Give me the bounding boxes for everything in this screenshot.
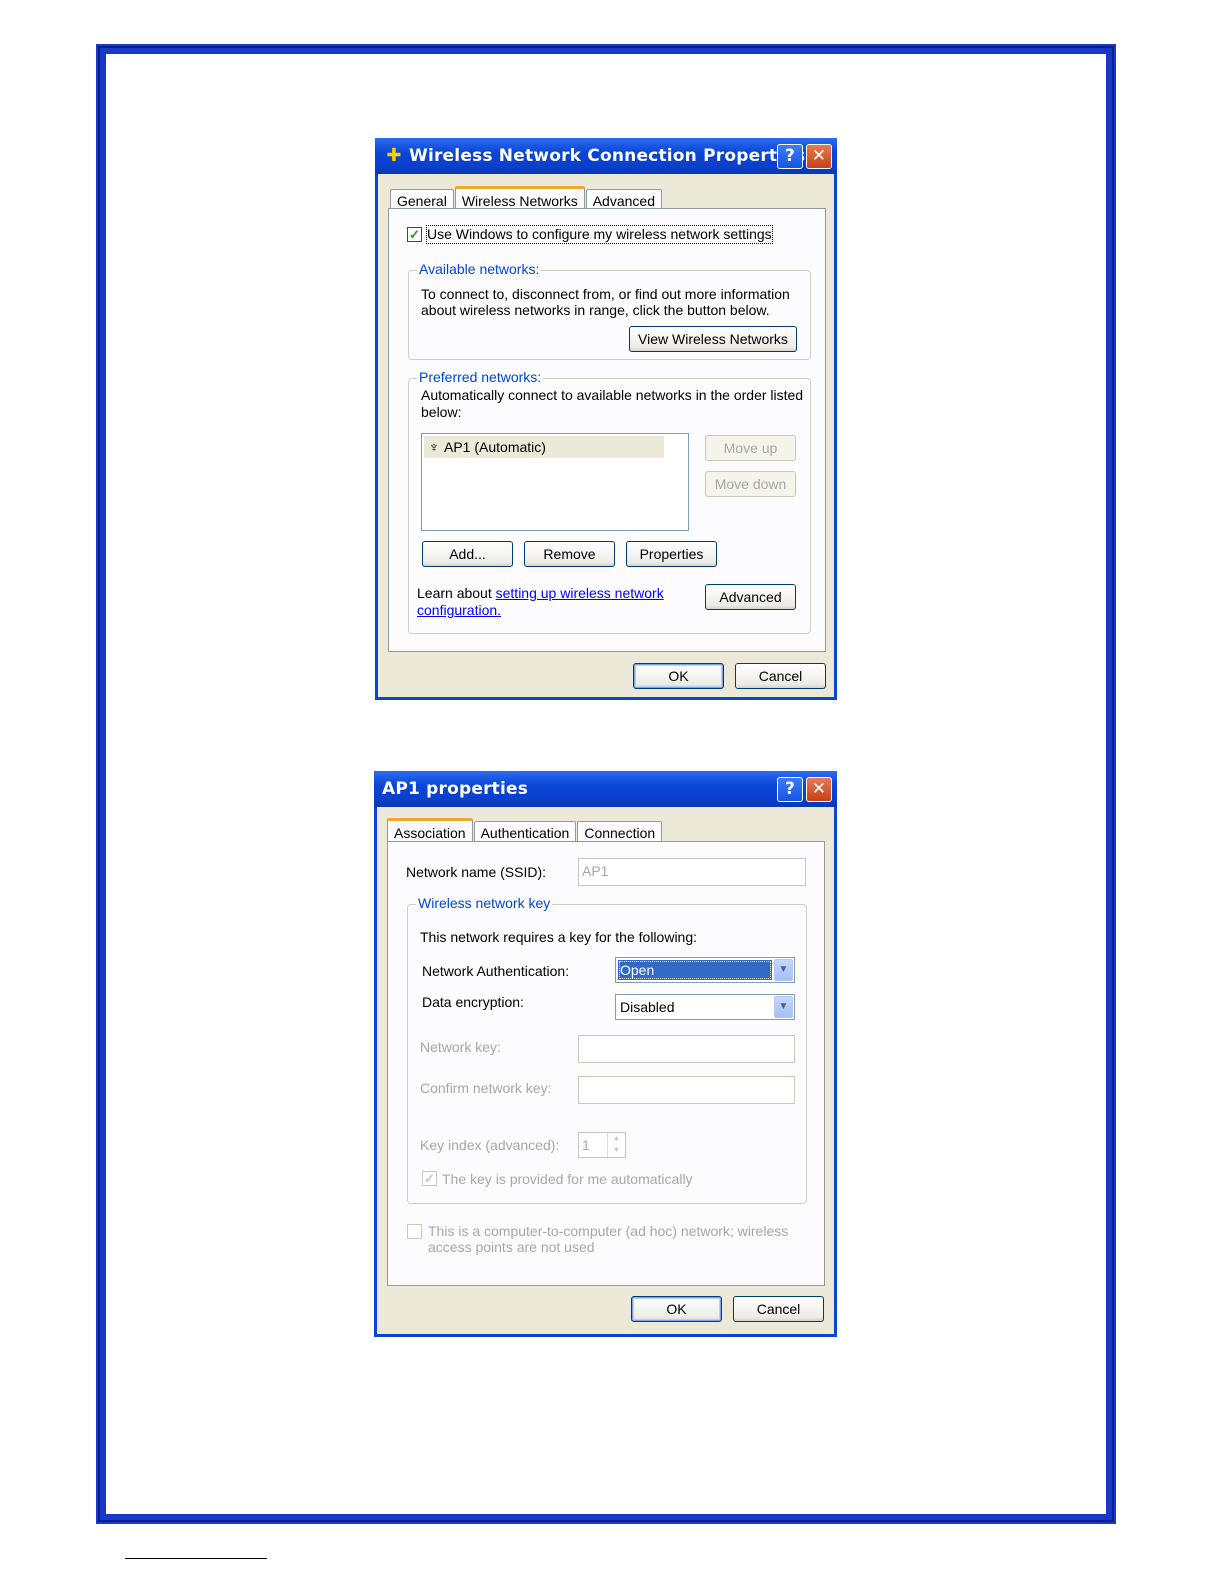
auto-key-checkbox[interactable]: ✓ [422, 1171, 437, 1186]
move-up-button[interactable]: Move up [705, 435, 796, 461]
adhoc-checkbox[interactable] [407, 1224, 422, 1239]
tab-panel: Network name (SSID): AP1 Wireless networ… [387, 841, 825, 1286]
network-authentication-label: Network Authentication: [422, 963, 570, 979]
data-encryption-select[interactable]: Disabled ▼ [615, 994, 795, 1020]
dialog-titlebar[interactable]: ✚ Wireless Network Connection Properties… [375, 138, 837, 174]
tab-strip: Association Authentication Connection [387, 817, 663, 844]
wireless-network-connection-properties-dialog: ✚ Wireless Network Connection Properties… [375, 138, 837, 700]
available-networks-legend: Available networks: [417, 261, 542, 277]
configuration-link[interactable]: configuration. [417, 602, 501, 618]
move-down-button[interactable]: Move down [705, 471, 796, 497]
cancel-button[interactable]: Cancel [735, 663, 826, 689]
advanced-button[interactable]: Advanced [705, 584, 796, 610]
help-button[interactable]: ? [777, 777, 803, 802]
dialog-title: Wireless Network Connection Properties [409, 146, 806, 166]
learn-about-text-line2: configuration. [417, 602, 501, 619]
key-index-label: Key index (advanced): [420, 1137, 560, 1153]
properties-button[interactable]: Properties [626, 541, 717, 567]
tab-authentication[interactable]: Authentication [473, 821, 577, 843]
ok-button[interactable]: OK [631, 1296, 722, 1322]
help-button[interactable]: ? [777, 144, 803, 169]
list-item-label: AP1 (Automatic) [444, 439, 546, 455]
key-index-value: 1 [582, 1137, 590, 1153]
learn-about-text: Learn about setting up wireless network [417, 585, 664, 602]
preferred-networks-group: Preferred networks: Automatically connec… [408, 369, 811, 634]
ok-button[interactable]: OK [633, 663, 724, 689]
cancel-button[interactable]: Cancel [733, 1296, 824, 1322]
network-authentication-select[interactable]: Open ▼ [615, 957, 795, 983]
antenna-icon: ♆ [428, 439, 440, 455]
wireless-network-key-group: Wireless network key This network requir… [407, 895, 807, 1204]
view-wireless-networks-button[interactable]: View Wireless Networks [629, 326, 797, 352]
dialog-title: AP1 properties [382, 779, 529, 799]
confirm-network-key-label: Confirm network key: [420, 1080, 552, 1096]
setup-wireless-link[interactable]: setting up wireless network [496, 585, 664, 601]
network-key-label: Network key: [420, 1039, 501, 1055]
close-button[interactable]: ✕ [806, 777, 832, 802]
data-encryption-label: Data encryption: [422, 994, 524, 1010]
spinner-arrows-icon[interactable]: ▲ ▼ [607, 1133, 625, 1157]
data-encryption-value: Disabled [620, 999, 675, 1015]
remove-button[interactable]: Remove [524, 541, 615, 567]
preferred-networks-legend: Preferred networks: [417, 369, 544, 385]
chevron-down-icon[interactable]: ▼ [774, 996, 793, 1018]
network-key-field[interactable] [578, 1035, 795, 1063]
tab-connection[interactable]: Connection [577, 821, 663, 843]
learn-about-prefix: Learn about [417, 585, 496, 601]
adhoc-checkbox-label-line2: access points are not used [428, 1239, 595, 1255]
preferred-networks-list[interactable]: ♆ AP1 (Automatic) [421, 433, 689, 531]
network-authentication-value: Open [618, 960, 772, 980]
available-networks-description-line1: To connect to, disconnect from, or find … [421, 286, 790, 302]
preferred-networks-description-line1: Automatically connect to available netwo… [421, 387, 804, 403]
use-windows-checkbox-label[interactable]: Use Windows to configure my wireless net… [426, 225, 773, 244]
requires-key-text: This network requires a key for the foll… [420, 929, 698, 945]
network-connection-icon: ✚ [386, 145, 402, 166]
wireless-network-key-legend: Wireless network key [416, 895, 553, 911]
confirm-network-key-field[interactable] [578, 1076, 795, 1104]
available-networks-group: Available networks: To connect to, disco… [408, 261, 811, 360]
ap1-properties-dialog: AP1 properties ? ✕ Association Authentic… [374, 771, 837, 1337]
auto-key-checkbox-label: The key is provided for me automatically [442, 1171, 693, 1187]
use-windows-checkbox[interactable]: ✓ [407, 227, 422, 242]
tab-panel: ✓ Use Windows to configure my wireless n… [388, 208, 826, 652]
chevron-down-icon[interactable]: ▼ [774, 959, 793, 981]
ssid-label: Network name (SSID): [406, 864, 547, 880]
add-button[interactable]: Add... [422, 541, 513, 567]
list-item[interactable]: ♆ AP1 (Automatic) [424, 436, 664, 458]
footnote-rule [125, 1558, 267, 1559]
available-networks-description-line2: about wireless networks in range, click … [421, 302, 770, 318]
preferred-networks-description-line2: below: [421, 404, 462, 420]
key-index-spinner[interactable]: 1 ▲ ▼ [578, 1132, 626, 1158]
adhoc-checkbox-label-line1: This is a computer-to-computer (ad hoc) … [428, 1223, 789, 1239]
dialog-titlebar[interactable]: AP1 properties ? ✕ [374, 771, 837, 807]
close-button[interactable]: ✕ [806, 144, 832, 169]
ssid-field[interactable]: AP1 [578, 858, 806, 886]
